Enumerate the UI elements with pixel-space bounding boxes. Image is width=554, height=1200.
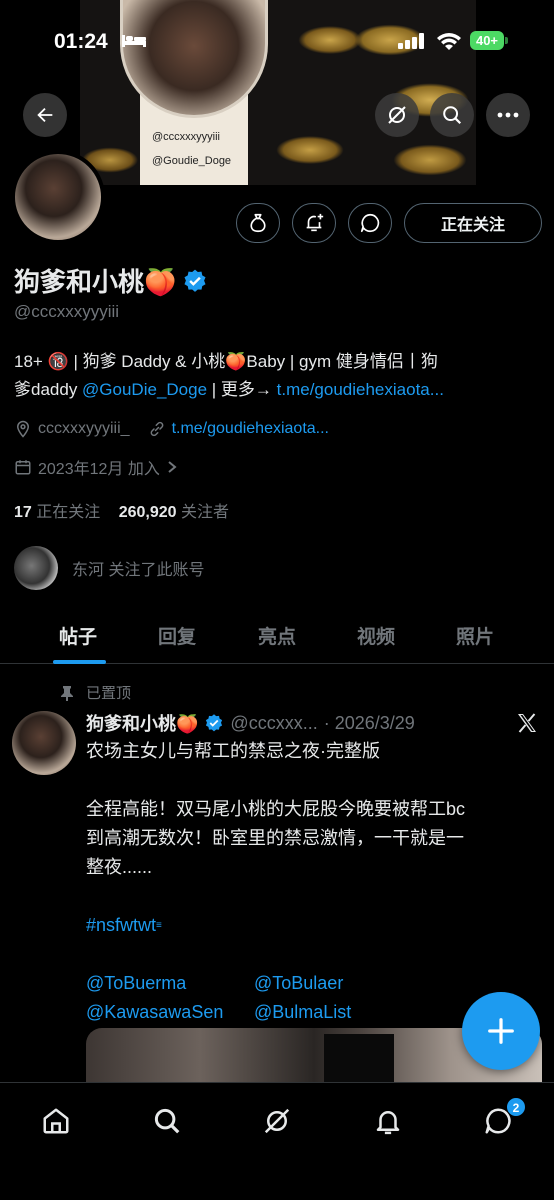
verified-badge-icon[interactable] bbox=[182, 268, 208, 294]
followed-by-row[interactable]: 东河 关注了此账号 bbox=[14, 546, 204, 590]
link-icon bbox=[150, 421, 163, 437]
post-spacer bbox=[86, 882, 534, 911]
x-logo-icon bbox=[518, 713, 536, 733]
post-line-2: 全程高能！双马尾小桃的大屁股今晚要被帮工bc bbox=[86, 799, 466, 819]
profile-meta-row: cccxxxyyyiii_ t.me/goudiehexiaota... bbox=[14, 420, 329, 438]
bio-text: 爹daddy bbox=[14, 380, 83, 399]
search-icon bbox=[443, 106, 462, 125]
post-line-1: 农场主女儿与帮工的禁忌之夜·完整版 bbox=[86, 741, 380, 761]
status-time: 01:24 bbox=[54, 30, 108, 53]
banner-handle-2: @Goudie_Doge bbox=[152, 155, 232, 167]
message-button[interactable] bbox=[348, 203, 392, 243]
post-mention[interactable]: @ToBuerma bbox=[86, 969, 254, 998]
nav-home[interactable] bbox=[36, 1101, 76, 1141]
post-line-3: 到高潮无数次！卧室里的禁忌激情，一干就是一 bbox=[86, 828, 464, 848]
post-line-4: 整夜...... bbox=[86, 857, 153, 877]
grok-icon bbox=[264, 1108, 290, 1134]
calendar-icon bbox=[15, 460, 31, 475]
nav-notifications[interactable] bbox=[368, 1101, 408, 1141]
messages-unread-badge: 2 bbox=[506, 1097, 526, 1117]
home-icon bbox=[43, 1108, 69, 1134]
active-tab-indicator bbox=[53, 660, 106, 664]
profile-handle: @cccxxxyyyiii bbox=[14, 302, 120, 321]
followed-by-text: 东河 关注了此账号 bbox=[72, 562, 205, 579]
profile-name-row: 狗爹和小桃🍑 bbox=[14, 262, 208, 299]
profile-website-link[interactable]: t.me/goudiehexiaota... bbox=[172, 420, 329, 438]
verified-badge-icon bbox=[206, 714, 223, 732]
plus-icon bbox=[488, 1018, 514, 1044]
post-body[interactable]: 农场主女儿与帮工的禁忌之夜·完整版 全程高能！双马尾小桃的大屁股今晚要被帮工bc… bbox=[86, 737, 534, 1027]
more-button[interactable] bbox=[486, 93, 530, 137]
post-mention[interactable]: @BulmaList bbox=[254, 998, 351, 1027]
bell-icon bbox=[376, 1111, 400, 1135]
nav-grok[interactable] bbox=[257, 1101, 297, 1141]
profile-location: cccxxxyyyiii_ bbox=[38, 420, 130, 437]
battery-indicator: 40+ bbox=[470, 31, 504, 50]
profile-bio: 18+ 🔞 | 狗爹 Daddy & 小桃🍑Baby | gym 健身情侣丨狗 … bbox=[14, 348, 542, 404]
sleep-focus-icon bbox=[122, 35, 146, 47]
following-count-link[interactable]: 17 正在关注 bbox=[14, 504, 100, 521]
battery-nub bbox=[505, 37, 508, 44]
bell-plus-icon bbox=[306, 213, 324, 232]
tab-highlights[interactable]: 亮点 bbox=[258, 622, 296, 649]
money-bag-icon bbox=[250, 213, 266, 233]
post-spacer bbox=[86, 940, 534, 969]
bio-line-2: 爹daddy @GouDie_Doge | 更多→ t.me/goudiehex… bbox=[14, 376, 542, 404]
profile-joined-date: 2023年12月 加入 bbox=[38, 461, 160, 478]
tab-videos[interactable]: 视频 bbox=[357, 622, 395, 649]
pinned-label-row: 已置顶 bbox=[60, 682, 131, 703]
location-pin-icon bbox=[16, 420, 30, 438]
grok-button[interactable] bbox=[375, 93, 419, 137]
arrow-left-icon bbox=[37, 107, 53, 123]
post-spacer bbox=[86, 766, 534, 795]
tab-replies[interactable]: 回复 bbox=[158, 622, 196, 649]
chevron-right-icon bbox=[168, 461, 177, 473]
subscribe-button[interactable] bbox=[236, 203, 280, 243]
nav-search[interactable] bbox=[147, 1101, 187, 1141]
compose-post-button[interactable] bbox=[462, 992, 540, 1070]
profile-avatar[interactable] bbox=[11, 150, 105, 244]
pinned-label: 已置顶 bbox=[86, 685, 132, 702]
post-author-name[interactable]: 狗爹和小桃🍑 bbox=[86, 710, 198, 736]
bio-url-link[interactable]: t.me/goudiehexiaota... bbox=[277, 380, 444, 399]
followers-label: 关注者 bbox=[181, 504, 230, 521]
pin-icon bbox=[61, 685, 73, 701]
post-mention[interactable]: @ToBulaer bbox=[254, 969, 343, 998]
follow-counts: 17 正在关注 260,920 关注者 bbox=[14, 498, 229, 522]
notifications-bell-button[interactable] bbox=[292, 203, 336, 243]
bottom-navigation bbox=[0, 1082, 554, 1200]
post-mention[interactable]: @KawasawaSen bbox=[86, 998, 254, 1027]
bio-line-1: 18+ 🔞 | 狗爹 Daddy & 小桃🍑Baby | gym 健身情侣丨狗 bbox=[14, 352, 438, 371]
search-button[interactable] bbox=[430, 93, 474, 137]
post-avatar[interactable] bbox=[12, 711, 76, 775]
hashtag-emoji-icon: ≡ bbox=[156, 920, 162, 931]
following-label: 正在关注 bbox=[36, 504, 101, 521]
back-button[interactable] bbox=[23, 93, 67, 137]
grok-icon bbox=[388, 106, 406, 124]
tab-posts[interactable]: 帖子 bbox=[59, 622, 97, 649]
followers-count: 260,920 bbox=[118, 504, 177, 521]
profile-joined-row[interactable]: 2023年12月 加入 bbox=[14, 455, 178, 479]
wifi-icon bbox=[437, 33, 461, 50]
bio-mention-link[interactable]: @GouDie_Doge bbox=[82, 380, 207, 399]
post-date: · 2026/3/29 bbox=[323, 712, 415, 733]
banner-handle-1: @cccxxxyyyiii bbox=[152, 131, 220, 143]
search-icon bbox=[154, 1108, 180, 1134]
follower-avatar bbox=[14, 546, 58, 590]
bio-text-more: | 更多→ bbox=[207, 380, 277, 399]
following-count: 17 bbox=[14, 504, 32, 521]
post-author-handle: @cccxxx... bbox=[230, 712, 318, 733]
post-hashtag[interactable]: #nsfwtwt bbox=[86, 915, 156, 935]
profile-tabs: 帖子 回复 亮点 视频 照片 bbox=[0, 604, 554, 664]
cellular-signal-icon bbox=[398, 33, 424, 49]
chat-bubble-icon bbox=[360, 213, 380, 233]
more-horizontal-icon bbox=[497, 112, 519, 118]
followers-count-link[interactable]: 260,920 关注者 bbox=[119, 504, 229, 521]
profile-name: 狗爹和小桃🍑 bbox=[14, 267, 177, 297]
post-header: 狗爹和小桃🍑 @cccxxx... · 2026/3/29 bbox=[86, 710, 415, 736]
tab-photos[interactable]: 照片 bbox=[456, 622, 494, 649]
following-button[interactable]: 正在关注 bbox=[404, 203, 542, 243]
media-censor-block bbox=[324, 1034, 394, 1082]
